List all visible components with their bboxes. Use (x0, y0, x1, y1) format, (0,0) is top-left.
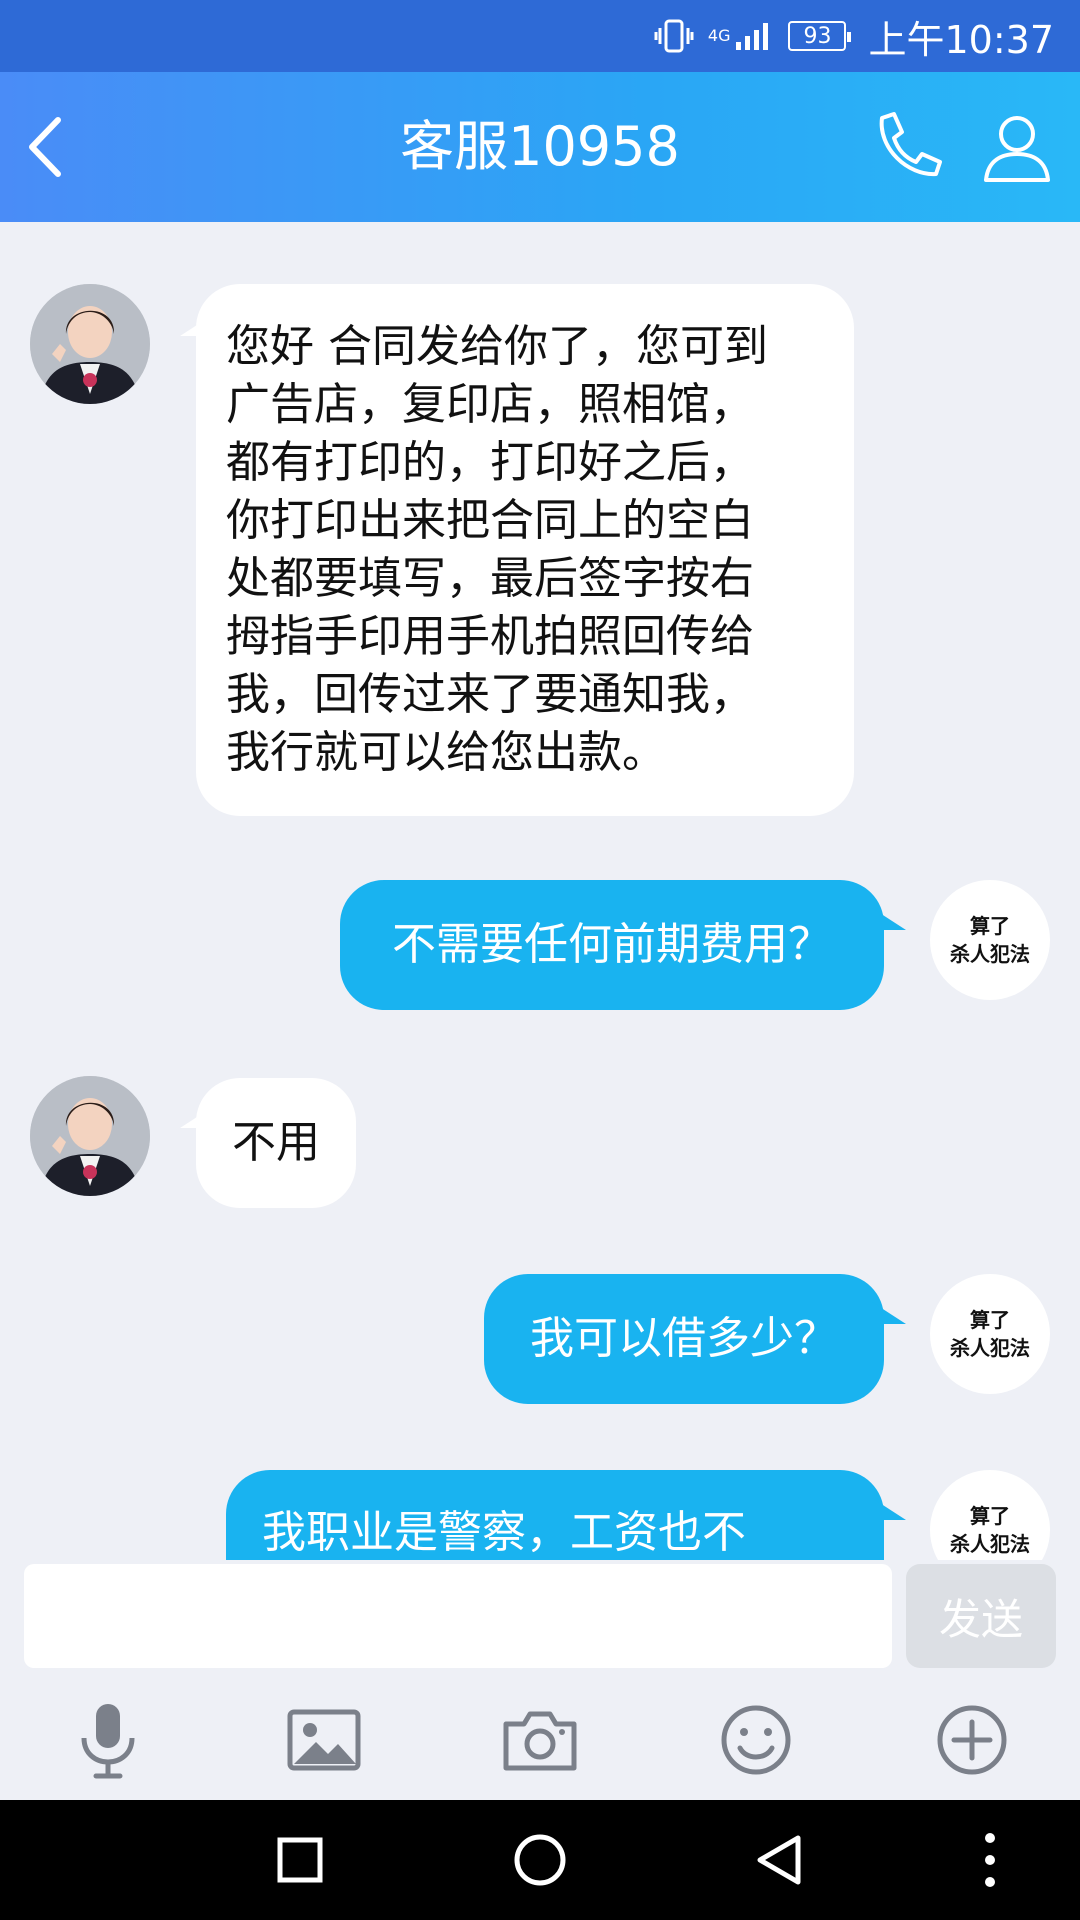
image-icon[interactable] (284, 1700, 364, 1780)
microphone-icon[interactable] (68, 1700, 148, 1780)
avatar-text: 杀人犯法 (950, 942, 1030, 966)
more-icon[interactable] (960, 1830, 1020, 1890)
camera-icon[interactable] (500, 1700, 580, 1780)
contact-avatar[interactable] (30, 284, 150, 404)
message-list[interactable]: 您好 合同发给你了，您可到 广告店，复印店，照相馆， 都有打印的，打印好之后， … (0, 222, 1080, 1560)
network-type: 4G (707, 26, 731, 45)
avatar-text: 杀人犯法 (950, 1336, 1030, 1360)
self-avatar[interactable]: 算了 杀人犯法 (930, 880, 1050, 1000)
battery-icon: 93 (788, 21, 852, 51)
avatar-text: 算了 (970, 1504, 1010, 1528)
chat-header: 客服10958 (0, 72, 1080, 222)
home-icon[interactable] (510, 1830, 570, 1890)
avatar-text: 杀人犯法 (950, 1532, 1030, 1556)
composer: 发送 (0, 1560, 1080, 1670)
bubble-tail (872, 1498, 906, 1520)
phone-icon[interactable] (868, 108, 946, 186)
self-avatar[interactable]: 算了 杀人犯法 (930, 1274, 1050, 1394)
message-text: 不需要任何前期费用？ (392, 919, 832, 970)
message-line: 你打印出来把合同上的空白 (226, 495, 754, 546)
system-nav-bar (0, 1800, 1080, 1920)
message-line: 广告店，复印店，照相馆， (226, 379, 754, 430)
back-icon[interactable] (750, 1830, 810, 1890)
message-bubble[interactable]: 不需要任何前期费用？ (340, 880, 884, 1010)
message-line: 我，回传过来了要通知我， (226, 669, 754, 720)
composer-toolbar (0, 1670, 1080, 1800)
avatar-text: 算了 (970, 1308, 1010, 1332)
bubble-tail (872, 908, 906, 930)
clock: 上午10:37 (868, 17, 1054, 62)
bubble-tail (872, 1302, 906, 1324)
message-line: 处都要填写，最后签字按右 (226, 553, 754, 604)
contact-avatar[interactable] (30, 1076, 150, 1196)
recent-apps-icon[interactable] (270, 1830, 330, 1890)
message-line: 我行就可以给您出款。 (226, 727, 666, 778)
message-bubble[interactable]: 我可以借多少？ (484, 1274, 884, 1404)
emoji-icon[interactable] (716, 1700, 796, 1780)
message-line: 拇指手印用手机拍照回传给 (226, 611, 754, 662)
self-avatar[interactable]: 算了 杀人犯法 (930, 1470, 1050, 1560)
send-button[interactable]: 发送 (906, 1564, 1056, 1668)
signal-icon: 4G (708, 20, 775, 52)
person-icon[interactable] (978, 108, 1056, 186)
message-text: 我可以借多少？ (530, 1313, 838, 1364)
message-text: 不用 (232, 1117, 320, 1168)
message-line: 您好 合同发给你了，您可到 (226, 321, 768, 372)
message-bubble[interactable]: 您好 合同发给你了，您可到 广告店，复印店，照相馆， 都有打印的，打印好之后， … (196, 284, 854, 816)
message-bubble[interactable]: 我职业是警察，工资也不 (226, 1470, 884, 1560)
avatar-text: 算了 (970, 914, 1010, 938)
message-input[interactable] (24, 1564, 892, 1668)
status-bar: 4G 93 上午10:37 (0, 0, 1080, 72)
vibrate-icon (654, 18, 694, 54)
message-line: 都有打印的，打印好之后， (226, 437, 754, 488)
message-bubble[interactable]: 不用 (196, 1078, 356, 1208)
plus-circle-icon[interactable] (932, 1700, 1012, 1780)
message-text: 我职业是警察，工资也不 (262, 1507, 746, 1558)
